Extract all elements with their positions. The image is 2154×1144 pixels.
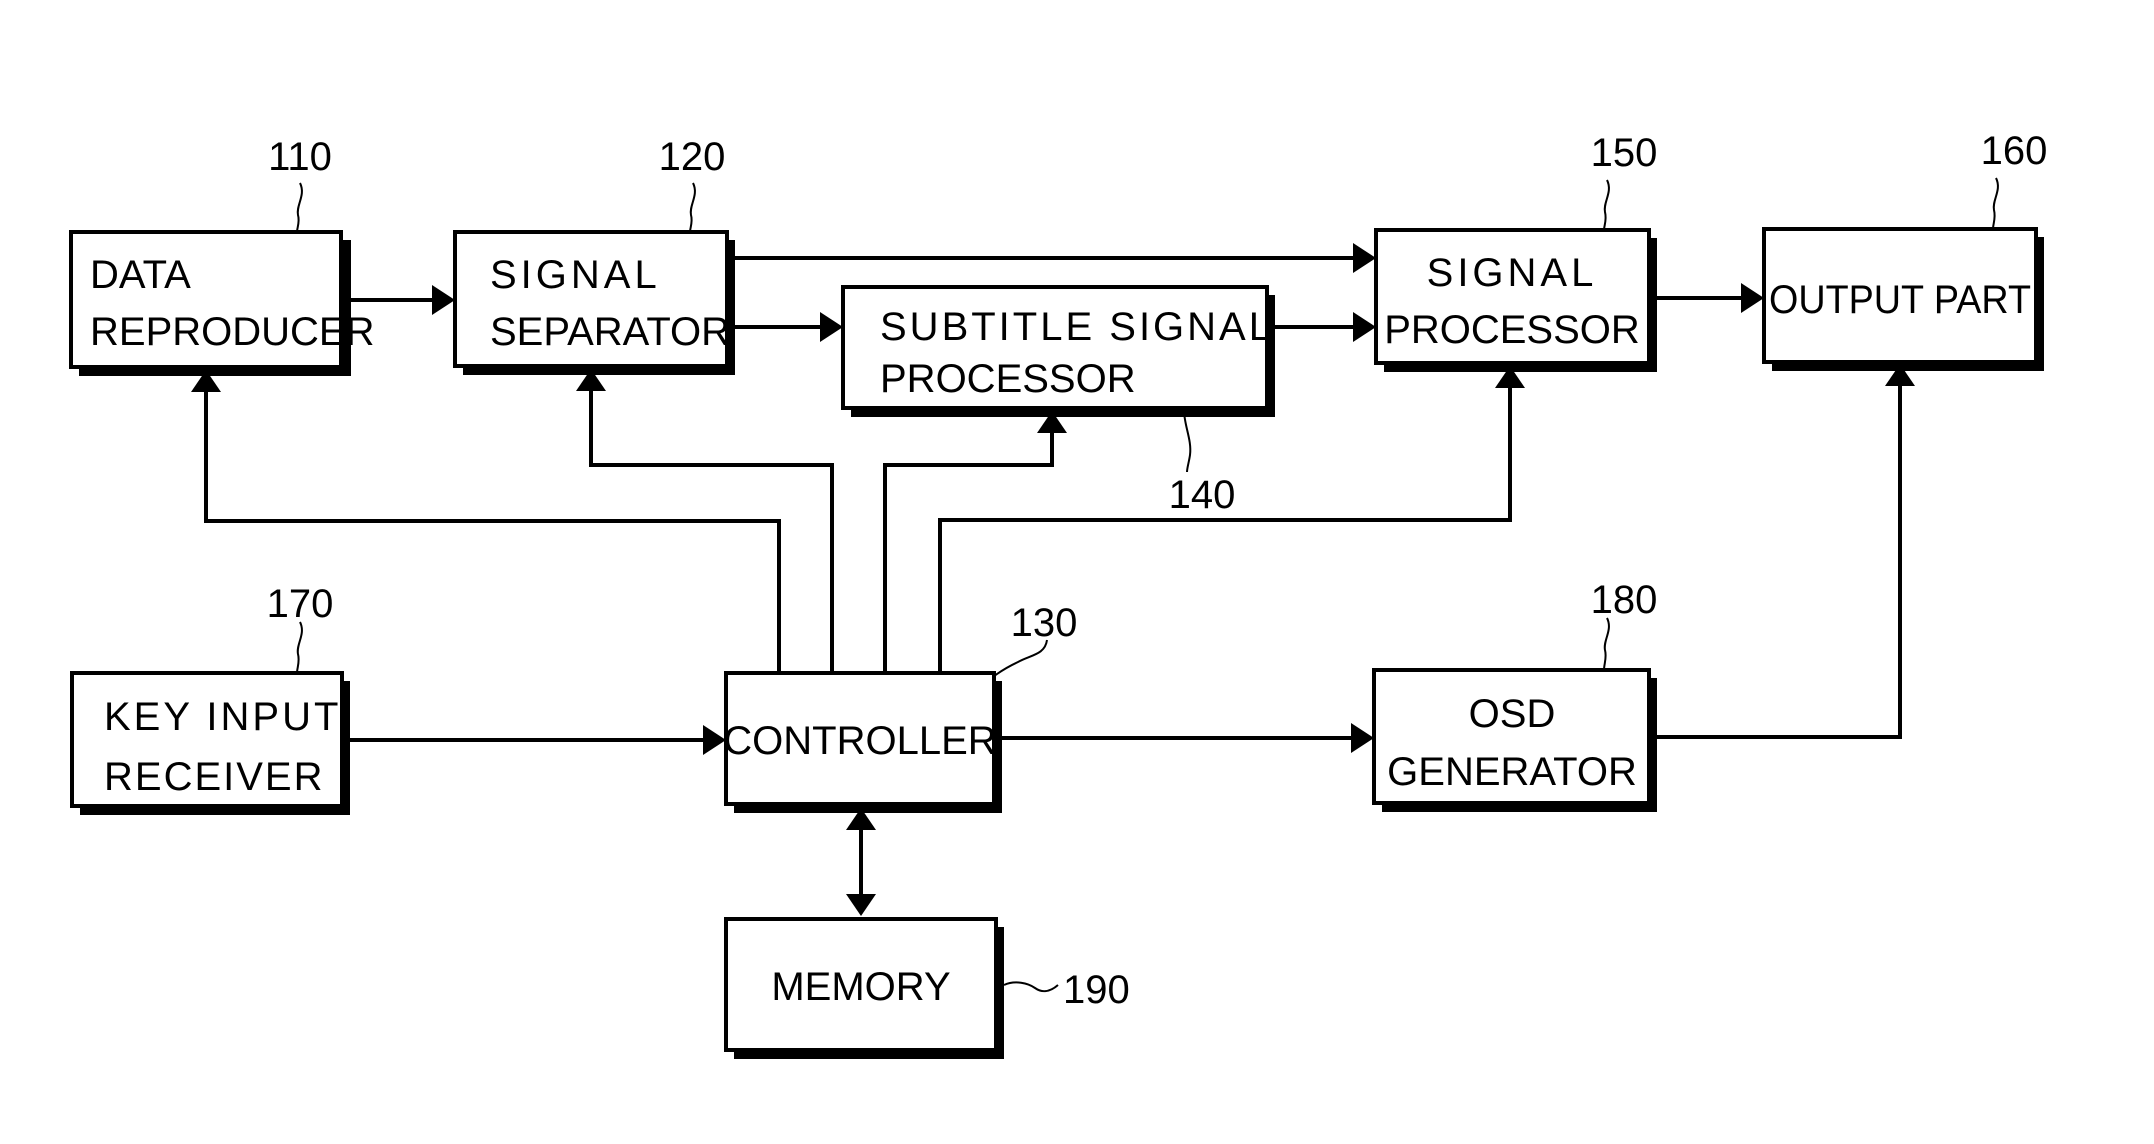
ref-180: 180 [1591, 578, 1658, 622]
block-label-line-2: REPRODUCER [90, 310, 374, 354]
block-data-reproducer: DATA REPRODUCER [69, 230, 374, 376]
block-label-line-1: OUTPUT PART [1769, 278, 2031, 322]
leader-160 [1992, 177, 1999, 230]
block-diagram: DATA REPRODUCER SIGNAL SEPARATOR SUBTITL… [69, 129, 2048, 1059]
ref-170: 170 [267, 582, 334, 626]
ref-150: 150 [1591, 131, 1658, 175]
block-label-line-2: PROCESSOR [880, 357, 1136, 401]
leader-140 [1183, 409, 1192, 473]
leader-190 [1003, 981, 1059, 993]
block-label-line-1: CONTROLLER [723, 719, 996, 763]
block-subtitle-signal-processor: SUBTITLE SIGNAL PROCESSOR [841, 285, 1275, 417]
ref-160: 160 [1981, 129, 2048, 173]
leader-110 [296, 182, 303, 233]
block-label-line-2: SEPARATOR [490, 310, 730, 354]
arrowhead-into-signal-separator [432, 285, 455, 315]
ref-130: 130 [1011, 601, 1078, 645]
block-signal-separator: SIGNAL SEPARATOR [453, 230, 735, 375]
wire-osd-generator-to-output-part [1652, 386, 1902, 739]
block-osd-generator: OSD GENERATOR [1372, 668, 1657, 812]
block-memory: MEMORY [724, 917, 1004, 1059]
block-output-part: OUTPUT PART [1762, 227, 2044, 371]
arrowhead-into-subtitle-processor [820, 312, 843, 342]
arrowhead-into-osd-generator [1351, 723, 1374, 753]
block-label-line-2: RECEIVER [104, 755, 325, 799]
wire-controller-to-signal-separator [589, 391, 834, 673]
leader-180 [1603, 617, 1610, 671]
block-label-line-1: MEMORY [771, 965, 950, 1009]
ref-120: 120 [659, 135, 726, 179]
block-controller: CONTROLLER [723, 671, 1002, 813]
wire-controller-to-data-reproducer [204, 392, 781, 673]
block-label-line-1: SIGNAL [490, 253, 661, 297]
leader-170 [296, 621, 303, 674]
block-key-input-receiver: KEY INPUT RECEIVER [70, 671, 350, 815]
arrowhead-into-output-part [1741, 283, 1764, 313]
block-label-line-1: KEY INPUT [104, 695, 341, 739]
block-signal-processor: SIGNAL PROCESSOR [1374, 228, 1657, 372]
leader-120 [689, 182, 696, 233]
ref-140: 140 [1169, 473, 1236, 517]
arrowhead-into-signal-processor-top [1353, 243, 1376, 273]
block-label-line-2: GENERATOR [1387, 750, 1637, 794]
leader-130 [993, 639, 1048, 677]
block-label-line-1: SIGNAL [1427, 251, 1598, 295]
block-label-line-1: DATA [90, 253, 191, 297]
ref-190: 190 [1063, 968, 1130, 1012]
ref-110: 110 [268, 135, 332, 179]
block-label-line-2: PROCESSOR [1384, 308, 1640, 352]
leader-150 [1603, 179, 1610, 231]
block-label-line-1: OSD [1469, 692, 1556, 736]
block-label-line-1: SUBTITLE SIGNAL [880, 305, 1274, 349]
arrowhead-into-signal-processor-bottom [1353, 312, 1376, 342]
arrowhead-into-memory [846, 894, 876, 916]
